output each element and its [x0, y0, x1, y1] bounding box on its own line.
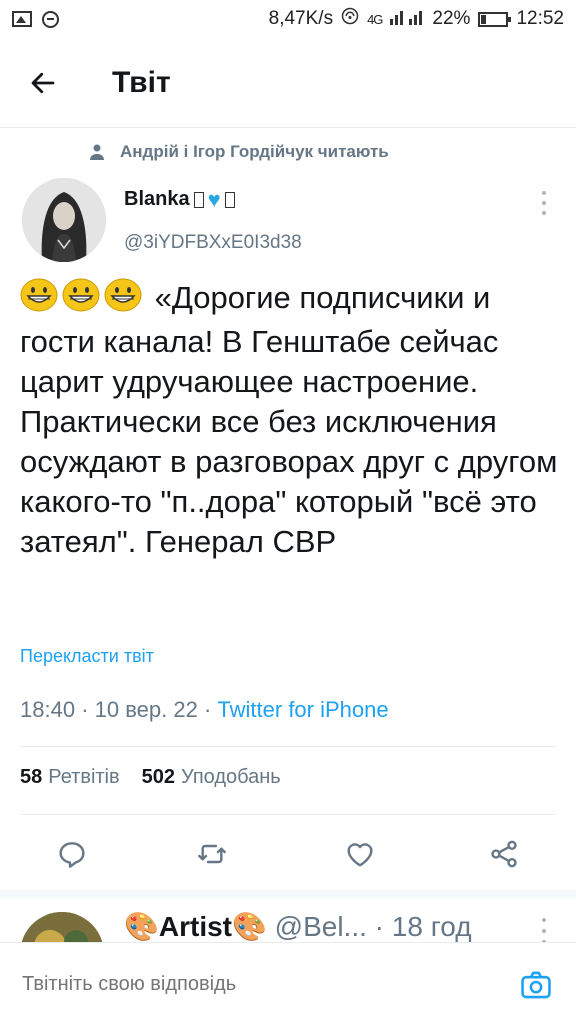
palette-emoji-icon: 🎨 [124, 911, 159, 942]
tweet-date: 10 вер. 22 [94, 697, 198, 722]
back-button[interactable] [20, 60, 66, 106]
reply-input[interactable] [22, 973, 482, 996]
separator: · [203, 697, 218, 722]
reply-icon [59, 842, 85, 868]
status-indicators: 8,47K/s 4G 22% 12:52 [269, 7, 564, 31]
battery-icon [478, 11, 512, 27]
author-name[interactable]: Blanka ♥ [124, 188, 237, 211]
tweet-client[interactable]: Twitter for iPhone [217, 697, 388, 722]
reply-author-name: Artist [158, 911, 232, 942]
unsupported-glyph [224, 191, 235, 208]
unsupported-glyph [193, 191, 204, 208]
tweet-text: «Дорогие подписчики и гости канала! В Ге… [20, 278, 560, 562]
palette-emoji-icon: 🎨 [232, 911, 267, 942]
reply-header[interactable]: 🎨Artist🎨 @Bel... · 18 год [124, 910, 534, 943]
share-icon [491, 840, 517, 868]
reply-more-options-button[interactable] [534, 918, 554, 944]
status-notifications [12, 10, 59, 28]
more-vertical-icon [542, 191, 546, 195]
grinning-emoji-icon [62, 278, 100, 322]
likes-stat[interactable]: 502 Уподобань [142, 766, 281, 789]
likes-count: 502 [141, 766, 176, 788]
divider [20, 814, 556, 815]
blue-heart-icon: ♥ [207, 186, 221, 212]
retweet-button[interactable] [186, 828, 238, 880]
more-options-button[interactable] [530, 188, 558, 218]
author-avatar[interactable] [22, 178, 106, 262]
retweets-label: Ретвітів [48, 766, 120, 788]
separator: · [81, 697, 95, 722]
arrow-left-icon [31, 72, 55, 93]
like-button[interactable] [334, 828, 386, 880]
message-notification-icon [42, 10, 59, 28]
tweet-actions [0, 828, 576, 880]
page-title: Твіт [112, 65, 171, 99]
tweet-time: 18:40 [20, 697, 76, 722]
retweets-stat[interactable]: 58 Ретвітів [20, 766, 120, 789]
camera-icon [521, 971, 551, 999]
reply-button[interactable] [46, 828, 98, 880]
grinning-emoji-icon [20, 278, 58, 322]
reply-author-handle: @Bel... [274, 911, 367, 942]
network-speed: 8,47K/s [268, 8, 334, 29]
top-app-bar: Твіт [0, 38, 576, 128]
network-type: 4G [367, 11, 383, 27]
tweet-metadata: 18:40 · 10 вер. 22 · Twitter for iPhone [20, 697, 389, 723]
more-vertical-icon [542, 918, 546, 922]
social-context[interactable]: Андрій і Ігор Гордійчук читають [90, 142, 389, 162]
wifi-icon [341, 7, 359, 31]
tweet-stats: 58 Ретвітів 502 Уподобань [20, 766, 281, 789]
author-handle[interactable]: @3iYDFBXxE0I3d38 [124, 232, 302, 254]
author-name-text: Blanka [124, 188, 190, 210]
clock: 12:52 [516, 8, 564, 29]
battery-percent: 22% [432, 8, 471, 29]
reply-time: · 18 год [374, 911, 472, 942]
retweet-icon [198, 844, 226, 864]
social-context-text: Андрій і Ігор Гордійчук читають [120, 142, 389, 161]
signal-icon [390, 7, 424, 31]
retweets-count: 58 [20, 766, 43, 788]
camera-button[interactable] [516, 965, 556, 1005]
translate-tweet-link[interactable]: Перекласти твіт [20, 646, 154, 667]
share-button[interactable] [478, 828, 530, 880]
likes-label: Уподобань [181, 766, 281, 788]
tweet-text-content: «Дорогие подписчики и гости канала! В Ге… [20, 280, 558, 559]
reply-composer [0, 942, 576, 1024]
grinning-emoji-icon [104, 278, 142, 322]
section-separator [0, 890, 576, 898]
status-bar: 8,47K/s 4G 22% 12:52 [0, 0, 576, 38]
heart-icon [347, 843, 373, 867]
person-icon [90, 144, 104, 160]
divider [20, 746, 556, 747]
image-notification-icon [12, 11, 32, 27]
